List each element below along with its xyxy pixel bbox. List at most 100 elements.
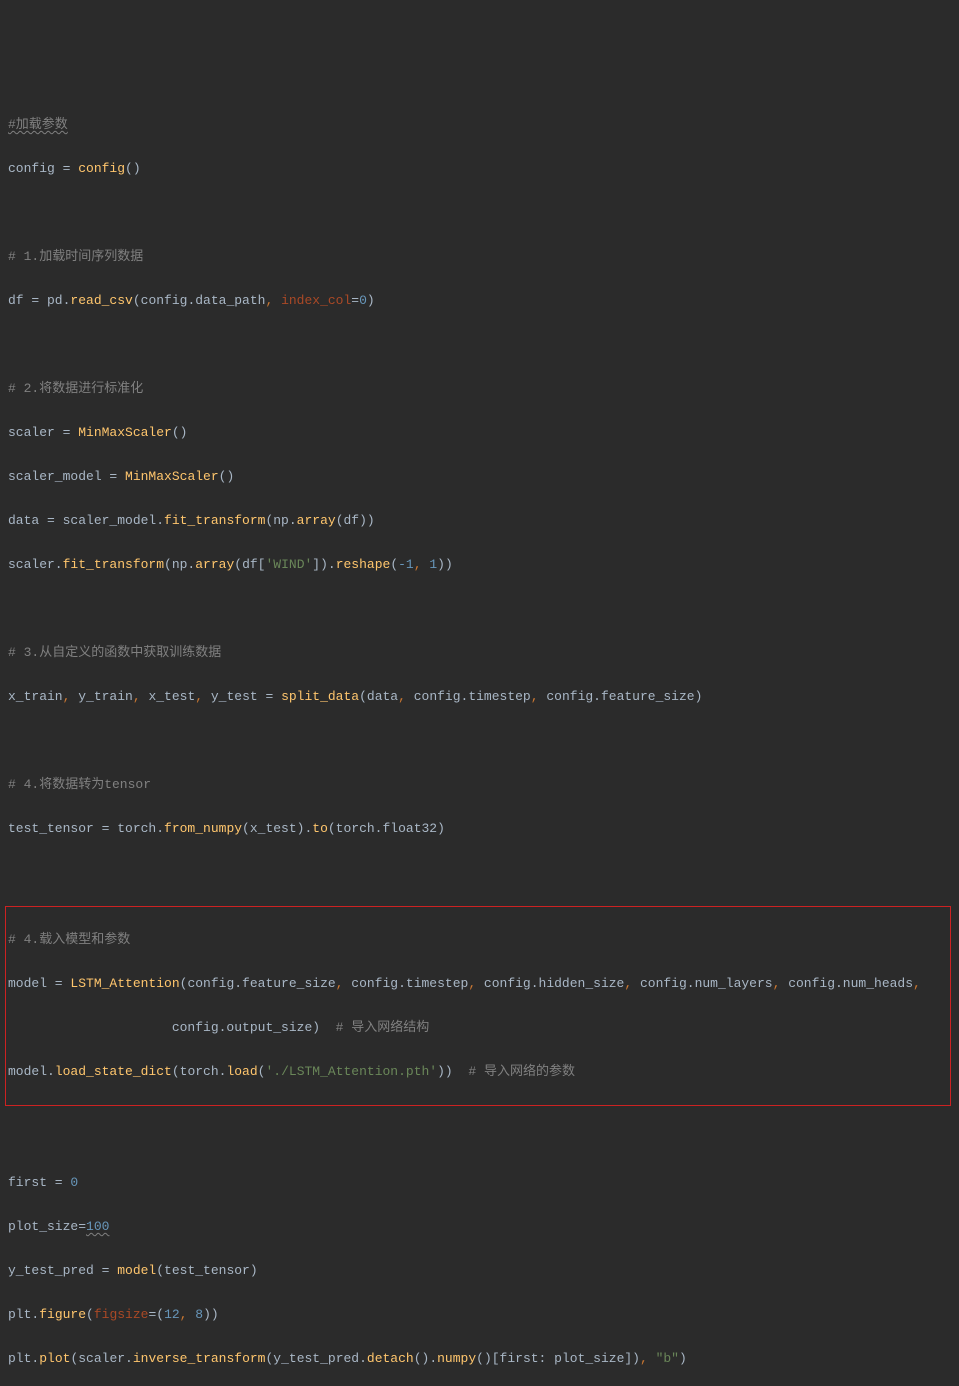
code: plot [39,1351,70,1366]
comma: , [180,1307,196,1322]
code: (df[ [234,557,265,572]
comma: , [133,689,149,704]
comma: , [531,689,547,704]
code: ()[first: plot_size]) [476,1351,640,1366]
code: (config.data_path [133,293,266,308]
code: numpy [437,1351,476,1366]
code: y_test = [211,689,281,704]
code: config.timestep [414,689,531,704]
code: (x_test). [242,821,312,836]
comma: , [414,557,430,572]
code: (df)) [336,513,375,528]
code: df = pd. [8,293,70,308]
comma: , [624,976,640,991]
comma: , [468,976,484,991]
code: ) [367,293,375,308]
string: "b" [656,1351,679,1366]
number: 100 [86,1219,109,1234]
code: (y_test_pred. [265,1351,366,1366]
code: (test_tensor) [156,1263,257,1278]
code: config.output_size) [8,1020,336,1035]
code: model = [8,976,70,991]
comma: , [398,689,414,704]
code: (torch.float32) [328,821,445,836]
code: figure [39,1307,86,1322]
code: load [226,1064,257,1079]
code: scaler = [8,425,78,440]
code: (config.feature_size [180,976,336,991]
code: reshape [336,557,391,572]
comment: #加载参数 [8,117,68,132]
code: config.feature_size) [546,689,702,704]
code: ( [86,1307,94,1322]
comment: # 4.将数据转为tensor [8,777,151,792]
code: split_data [281,689,359,704]
code: test_tensor = torch. [8,821,164,836]
number: 0 [359,293,367,308]
code: y_test_pred = [8,1263,117,1278]
code: scaler_model = [8,469,125,484]
number: 0 [70,1175,78,1190]
code: detach [367,1351,414,1366]
code: (data [359,689,398,704]
code: config.timestep [351,976,468,991]
code: MinMaxScaler [78,425,172,440]
code: (np. [164,557,195,572]
code: ]). [312,557,335,572]
code: config.num_heads [788,976,913,991]
code: LSTM_Attention [70,976,179,991]
code: (scaler. [70,1351,132,1366]
comma: , [195,689,211,704]
code: x_train [8,689,63,704]
code: data = scaler_model. [8,513,164,528]
comma: , [336,976,352,991]
code: )) [203,1307,219,1322]
code: =( [148,1307,164,1322]
code: plot_size= [8,1219,86,1234]
kwarg: figsize [94,1307,149,1322]
code: config.num_layers [640,976,773,991]
comment: # 导入网络的参数 [468,1064,575,1079]
comma: , [913,976,921,991]
code: () [172,425,188,440]
code: = [351,293,359,308]
string: './LSTM_Attention.pth' [265,1064,437,1079]
code: first = [8,1175,70,1190]
code: config [78,161,125,176]
code: (torch. [172,1064,227,1079]
code: plt. [8,1307,39,1322]
code: array [195,557,234,572]
number: 12 [164,1307,180,1322]
code: plt. [8,1351,39,1366]
comma: , [63,689,79,704]
code: fit_transform [164,513,265,528]
code: (). [414,1351,437,1366]
comment: # 3.从自定义的函数中获取训练数据 [8,645,221,660]
code: y_train [78,689,133,704]
comment: # 4.载入模型和参数 [8,932,130,947]
code: from_numpy [164,821,242,836]
code: model [117,1263,156,1278]
code: config.hidden_size [484,976,624,991]
code: ) [679,1351,687,1366]
code-block: #加载参数 config = config() # 1.加载时间序列数据 df … [8,92,951,1386]
code: to [312,821,328,836]
code: ( [390,557,398,572]
kwarg: index_col [281,293,351,308]
code: x_test [148,689,195,704]
code: load_state_dict [55,1064,172,1079]
number: 8 [195,1307,203,1322]
code: model. [8,1064,55,1079]
comment: # 1.加载时间序列数据 [8,249,143,264]
number: 1 [429,557,437,572]
code: () [219,469,235,484]
code: MinMaxScaler [125,469,219,484]
highlighted-box: # 4.载入模型和参数 model = LSTM_Attention(confi… [5,906,951,1106]
code: scaler. [8,557,63,572]
code: array [297,513,336,528]
code: read_csv [70,293,132,308]
code: fit_transform [63,557,164,572]
code: () [125,161,141,176]
comma: , [640,1351,656,1366]
comment: # 2.将数据进行标准化 [8,381,143,396]
